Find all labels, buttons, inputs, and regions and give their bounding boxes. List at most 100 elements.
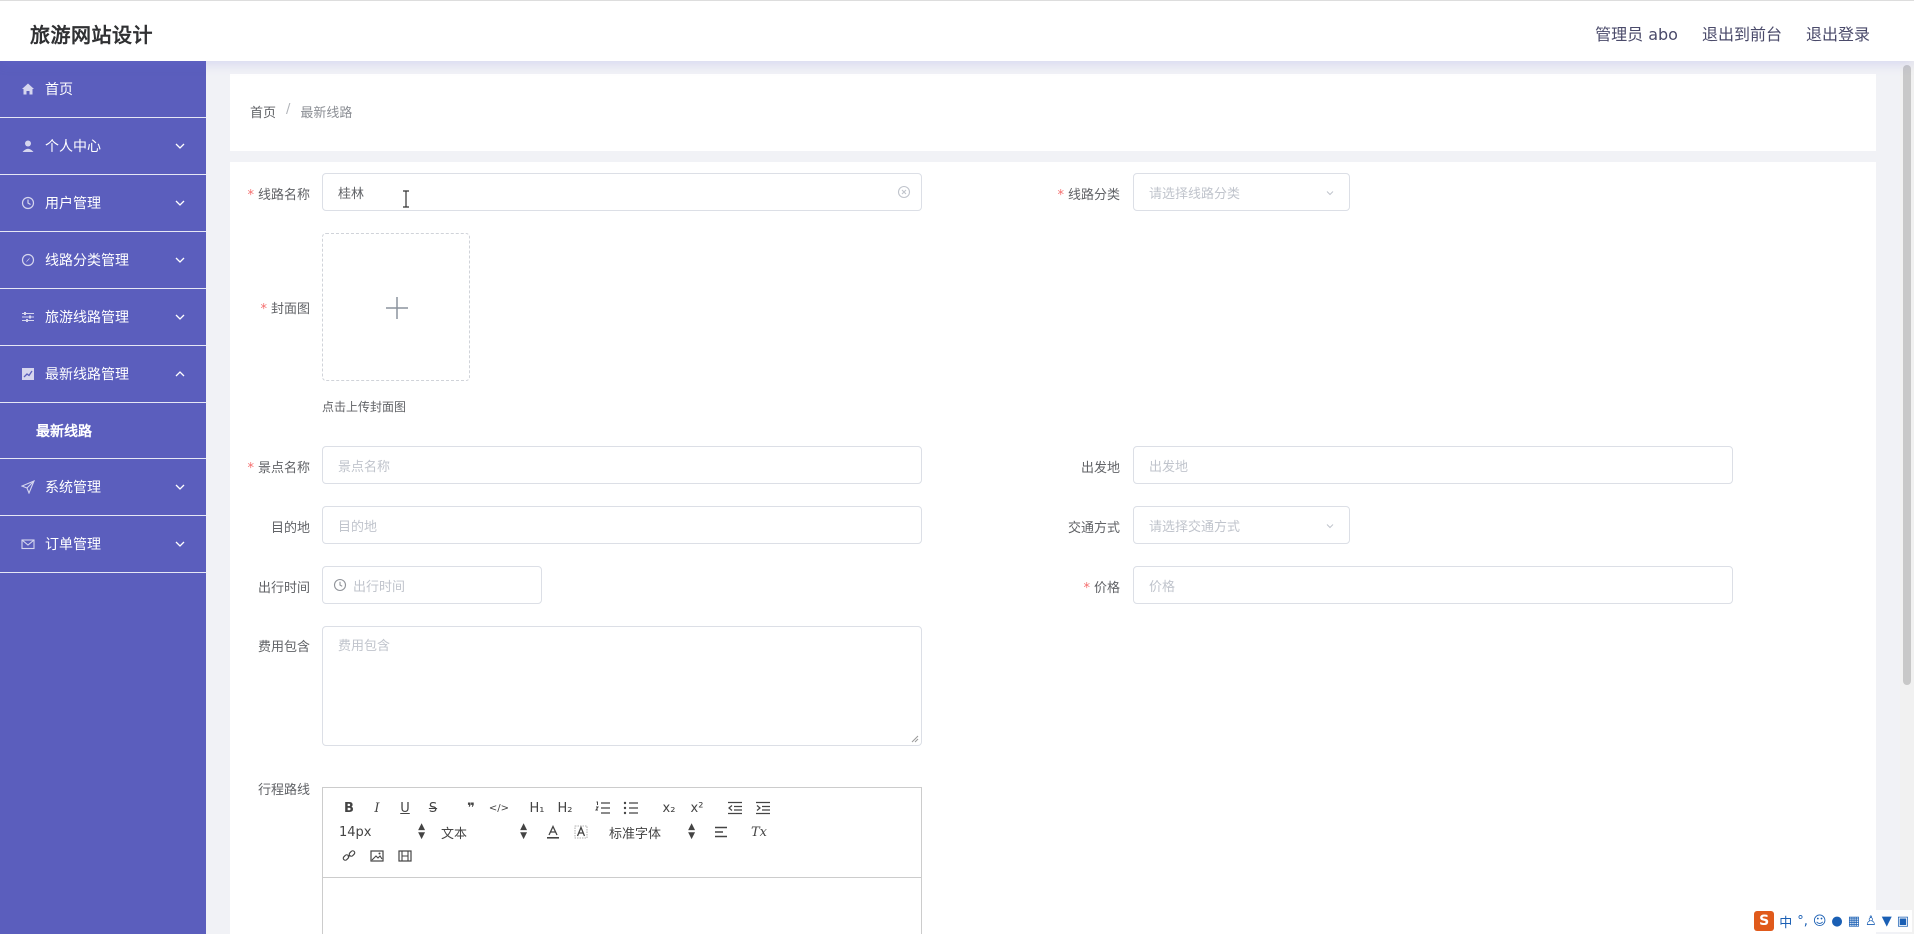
font-family-select[interactable]: 标准字体 ▲ ▼ xyxy=(605,823,695,842)
text-type-select[interactable]: 文本 ▲ ▼ xyxy=(437,823,527,842)
admin-user-label[interactable]: 管理员 abo xyxy=(1595,21,1678,45)
cover-upload-box[interactable] xyxy=(322,233,470,381)
bold-button[interactable]: B xyxy=(335,797,363,819)
align-button[interactable] xyxy=(707,821,735,843)
sidebar-item-order-management[interactable]: 订单管理 xyxy=(0,516,206,573)
chevron-down-icon xyxy=(175,484,185,490)
blockquote-button[interactable]: ❞ xyxy=(457,797,485,819)
italic-button[interactable]: I xyxy=(363,797,391,819)
fee-included-label: 费用包含 xyxy=(257,640,310,655)
home-icon xyxy=(20,81,36,97)
logout-link[interactable]: 退出登录 xyxy=(1806,21,1870,45)
link-button[interactable] xyxy=(335,845,363,867)
superscript-button[interactable]: x² xyxy=(683,797,711,819)
scenic-name-placeholder: 景点名称 xyxy=(338,459,391,475)
subscript-button[interactable]: x₂ xyxy=(655,797,683,819)
top-header: 旅游网站设计 管理员 abo 退出到前台 退出登录 xyxy=(0,0,1914,61)
cover-label: * 封面图 xyxy=(260,302,310,317)
scenic-name-input[interactable]: 景点名称 xyxy=(322,446,922,484)
user-icon[interactable]: ♙ xyxy=(1865,914,1877,929)
underline-button[interactable]: U xyxy=(391,797,419,819)
sidebar-item-label: 最新线路 xyxy=(36,423,92,440)
transport-label: 交通方式 xyxy=(1067,521,1120,536)
editor-toolbar: B I U S ❞ </> H₁ H₂ x₂ x² 14px ▲ ▼ 文本 ▲ … xyxy=(323,788,921,878)
outdent-button[interactable] xyxy=(721,797,749,819)
ime-mode-label[interactable]: 中 xyxy=(1779,912,1792,931)
resize-handle-icon[interactable] xyxy=(911,735,919,743)
transport-placeholder: 请选择交通方式 xyxy=(1149,519,1241,535)
route-category-placeholder: 请选择线路分类 xyxy=(1149,186,1241,202)
sidebar-item-latest-route-management[interactable]: 最新线路管理 xyxy=(0,346,206,403)
route-category-label: * 线路分类 xyxy=(1057,188,1120,203)
sidebar-item-user-management[interactable]: 用户管理 xyxy=(0,175,206,232)
sidebar-item-home[interactable]: 首页 xyxy=(0,61,206,118)
image-icon xyxy=(370,850,384,862)
sidebar-item-label: 个人中心 xyxy=(45,139,101,155)
page-scrollbar[interactable] xyxy=(1900,61,1914,934)
sidebar-item-label: 首页 xyxy=(45,82,73,98)
code-block-button[interactable]: </> xyxy=(485,797,513,819)
microphone-icon[interactable]: ● xyxy=(1831,914,1842,929)
clock-icon xyxy=(333,578,347,592)
sidebar-subitem-latest-route[interactable]: 最新线路 xyxy=(0,403,206,459)
cover-upload-tip: 点击上传封面图 xyxy=(322,400,407,414)
breadcrumb-separator: / xyxy=(286,102,291,117)
emoji-icon[interactable]: ☺ xyxy=(1813,914,1827,929)
video-button[interactable] xyxy=(391,845,419,867)
background-color-button[interactable] xyxy=(567,821,595,843)
sogou-logo-icon[interactable]: S xyxy=(1754,911,1775,931)
sidebar-item-personal-center[interactable]: 个人中心 xyxy=(0,118,206,175)
departure-placeholder: 出发地 xyxy=(1149,459,1189,475)
font-color-button[interactable] xyxy=(539,821,567,843)
text-cursor-icon xyxy=(403,190,409,208)
plus-icon xyxy=(386,297,408,319)
sidebar-item-label: 用户管理 xyxy=(45,196,101,212)
header-1-button[interactable]: H₁ xyxy=(523,797,551,819)
breadcrumb-home[interactable]: 首页 xyxy=(250,102,276,121)
user-icon xyxy=(20,138,36,154)
travel-time-picker[interactable]: 出行时间 xyxy=(322,566,542,604)
sidebar-menu: 首页 个人中心 用户管理 线路分类管理 旅游线路管理 最新线路管理 最新线路 系… xyxy=(0,61,206,934)
route-name-label: * 线路名称 xyxy=(247,188,310,203)
header-nav: 管理员 abo 退出到前台 退出登录 xyxy=(1595,21,1870,45)
clear-circle-icon[interactable] xyxy=(897,185,911,199)
route-category-select[interactable]: 请选择线路分类 xyxy=(1133,173,1350,211)
clear-format-button[interactable]: Tx xyxy=(745,821,773,843)
site-title: 旅游网站设计 xyxy=(30,23,153,47)
ime-toolbar: S 中 °, ☺ ● ▦ ♙ ▼ ▣ xyxy=(1751,910,1912,932)
transport-select[interactable]: 请选择交通方式 xyxy=(1133,506,1350,544)
departure-input[interactable]: 出发地 xyxy=(1133,446,1733,484)
departure-label: 出发地 xyxy=(1080,461,1120,476)
chevron-down-icon xyxy=(1326,191,1334,196)
indent-button[interactable] xyxy=(749,797,777,819)
strikethrough-button[interactable]: S xyxy=(419,797,447,819)
keyboard-icon[interactable]: ▦ xyxy=(1848,914,1860,929)
scrollbar-thumb[interactable] xyxy=(1903,65,1911,685)
font-size-select[interactable]: 14px ▲ ▼ xyxy=(335,823,425,841)
header-2-button[interactable]: H₂ xyxy=(551,797,579,819)
grid-icon[interactable]: ▣ xyxy=(1897,914,1909,929)
route-name-input[interactable]: 桂林 xyxy=(322,173,922,211)
route-name-value: 桂林 xyxy=(338,186,365,202)
sidebar-item-travel-route-management[interactable]: 旅游线路管理 xyxy=(0,289,206,346)
punctuation-icon[interactable]: °, xyxy=(1797,914,1808,929)
sidebar-item-label: 订单管理 xyxy=(45,537,101,553)
fee-included-placeholder: 费用包含 xyxy=(338,639,391,654)
sidebar-item-label: 最新线路管理 xyxy=(45,367,129,383)
compass-icon xyxy=(20,252,36,268)
sidebar-item-system-management[interactable]: 系统管理 xyxy=(0,459,206,516)
ordered-list-button[interactable] xyxy=(589,797,617,819)
bullet-list-button[interactable] xyxy=(617,797,645,819)
exit-to-front-link[interactable]: 退出到前台 xyxy=(1702,21,1782,45)
price-placeholder: 价格 xyxy=(1149,579,1176,595)
destination-input[interactable]: 目的地 xyxy=(322,506,922,544)
skin-icon[interactable]: ▼ xyxy=(1882,914,1892,929)
fee-included-textarea[interactable]: 费用包含 xyxy=(322,626,922,746)
itinerary-label: 行程路线 xyxy=(257,783,310,798)
sliders-icon xyxy=(20,309,36,325)
link-icon xyxy=(342,850,356,861)
image-button[interactable] xyxy=(363,845,391,867)
chevron-down-icon xyxy=(175,541,185,547)
price-input[interactable]: 价格 xyxy=(1133,566,1733,604)
sidebar-item-route-category-management[interactable]: 线路分类管理 xyxy=(0,232,206,289)
